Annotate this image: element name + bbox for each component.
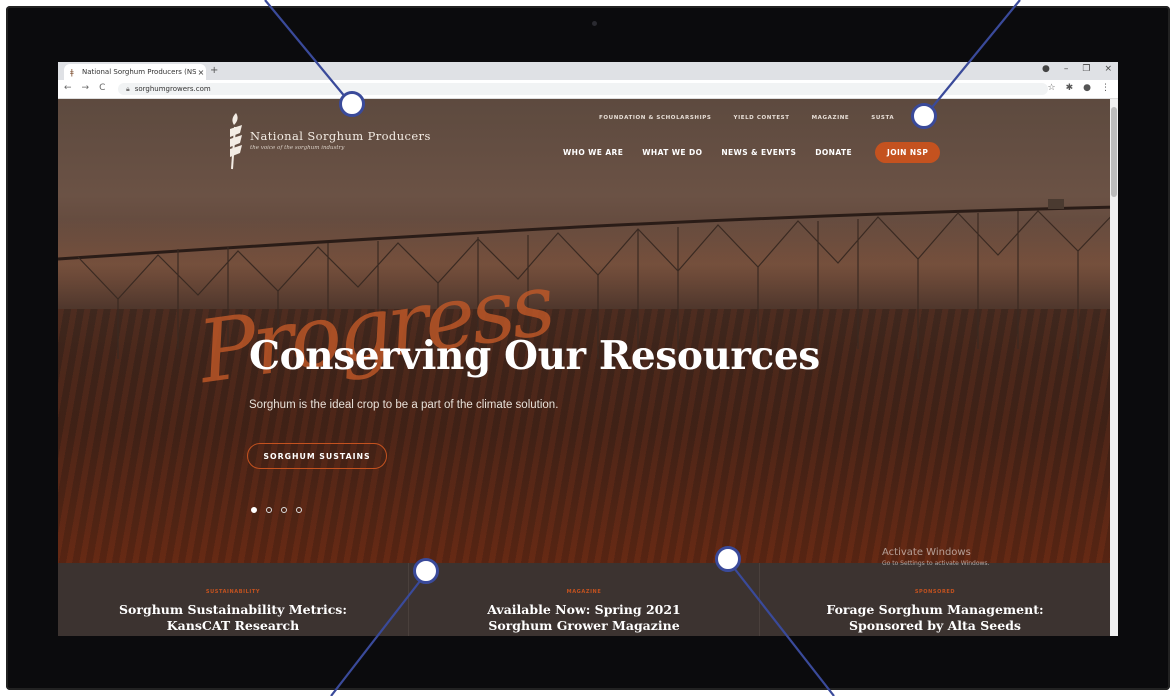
callout-marker xyxy=(339,91,365,117)
callout-marker xyxy=(715,546,741,572)
callout-marker xyxy=(413,558,439,584)
callout-lines xyxy=(264,0,1021,696)
callout-marker xyxy=(911,103,937,129)
